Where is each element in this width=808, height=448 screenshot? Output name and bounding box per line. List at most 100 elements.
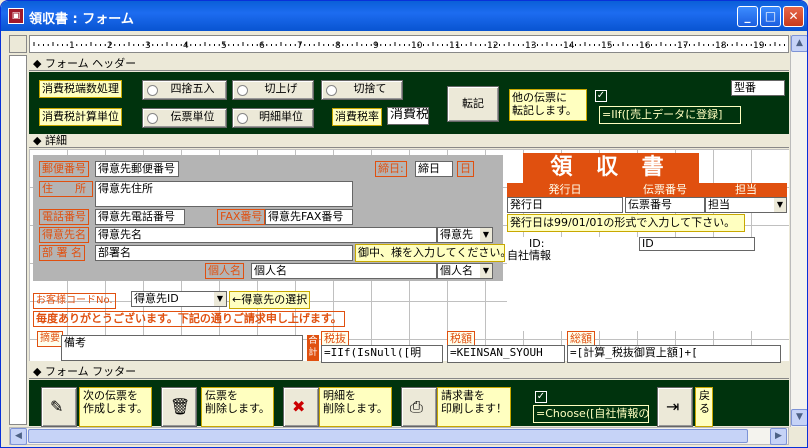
scroll-up-icon[interactable]: ▲	[791, 35, 807, 52]
address-label: 住 所	[39, 181, 93, 197]
close-button[interactable]: ✕	[783, 6, 804, 27]
remarks-field[interactable]: 備考	[61, 335, 303, 361]
maximize-button[interactable]: □	[760, 6, 781, 27]
ruler-mark: 3	[145, 41, 151, 51]
dropdown-arrow-icon[interactable]: ▼	[214, 292, 226, 306]
dropdown-arrow-icon[interactable]: ▼	[774, 198, 786, 212]
customer-combo[interactable]: 得意先 ▼	[437, 227, 493, 243]
company-info-subform[interactable]: 自社情報	[507, 249, 787, 262]
ruler-mark: 6	[259, 41, 265, 51]
ruler-mark: 18	[715, 41, 727, 51]
tax-rate-label: 消費税率	[332, 108, 382, 126]
ruler-mark: 5	[221, 41, 227, 51]
ruler-mark: 10	[411, 41, 423, 51]
customer-id-combo[interactable]: 得意先ID ▼	[131, 291, 227, 307]
person-combo[interactable]: 個人名 ▼	[437, 263, 493, 279]
footer-checkbox[interactable]: ✓	[535, 391, 547, 403]
pretax-expression[interactable]: =IIf(IsNull([明	[321, 345, 443, 363]
delete-detail-label: 明細を 削除します。	[319, 387, 392, 427]
slip-no-header: 伝票番号	[643, 183, 687, 196]
total-label: 合計	[307, 335, 319, 361]
form-header-band: 消費税端数処理 消費税計算単位 四捨五入 切上げ 切捨て 伝票単位 明細単位 消…	[29, 72, 789, 134]
ruler-mark: 9	[373, 41, 379, 51]
back-button[interactable]: ⇥	[657, 387, 693, 427]
option-round[interactable]: 四捨五入	[142, 80, 227, 100]
customer-code-label: お客様コードNo.	[33, 293, 116, 309]
customer-name-label: 得意先名	[39, 227, 89, 243]
fax-field[interactable]: 得意先FAX番号	[265, 209, 353, 225]
option-slip-unit[interactable]: 伝票単位	[142, 108, 227, 128]
radio-icon	[147, 85, 158, 96]
person-combo-value: 個人名	[440, 264, 473, 277]
access-form-window: ▣ 領収書 : フォーム _ □ ✕ 1 2 3 4 5 6 7 8 9 10 11 12 13 14 15…	[0, 0, 808, 448]
back-label: 戻 る	[695, 387, 713, 427]
department-field[interactable]: 部署名	[95, 245, 353, 261]
window-title: 領収書 : フォーム	[29, 12, 134, 27]
department-hint: 御中、様を入力してください。	[355, 244, 505, 262]
ruler-mark: 15	[601, 41, 612, 51]
title-bar[interactable]: ▣ 領収書 : フォーム _ □ ✕	[1, 1, 807, 31]
person-field[interactable]: 個人名	[251, 263, 437, 279]
vertical-scrollbar[interactable]: ▲ ▼	[790, 35, 807, 427]
section-detail-label: 詳細	[44, 134, 67, 147]
transfer-checkbox[interactable]: ✓	[595, 90, 607, 102]
delete-slip-button[interactable]: 🗑	[161, 387, 197, 427]
minimize-button[interactable]: _	[737, 6, 758, 27]
cutoff-field[interactable]: 締日	[415, 161, 453, 177]
ruler-mark: 17	[677, 41, 688, 51]
address-field[interactable]: 得意先住所	[95, 181, 353, 207]
tax-rate-field[interactable]: 消費税	[387, 107, 429, 125]
staff-combo-value: 担当	[708, 198, 730, 211]
radio-icon	[147, 113, 158, 124]
new-slip-label: 次の伝票を 作成します。	[79, 387, 152, 427]
receipt-title: 領 収 書	[523, 153, 699, 183]
remarks-label: 摘要	[37, 331, 63, 347]
ruler-ticks: 1 2 3 4 5 6 7 8 9 10 11 12 13 14 15 16 17 18 19	[33, 41, 785, 51]
delete-detail-button[interactable]: ✖	[283, 387, 319, 427]
section-header-label: フォーム ヘッダー	[44, 57, 137, 70]
ruler-mark: 11	[449, 41, 460, 51]
customer-select-hint: ←得意先の選択	[229, 291, 311, 309]
staff-header: 担当	[735, 183, 757, 196]
phone-label: 電話番号	[39, 209, 89, 225]
sales-expression[interactable]: =IIf([売上データに登録]	[599, 106, 741, 124]
model-no-field[interactable]: 型番	[731, 80, 785, 96]
tax-unit-label: 消費税計算単位	[39, 108, 122, 126]
transfer-button[interactable]: 転記	[447, 86, 499, 122]
scroll-thumb[interactable]	[28, 429, 748, 443]
form-selector[interactable]	[9, 35, 27, 53]
customer-name-field[interactable]: 得意先名	[95, 227, 437, 243]
scroll-down-icon[interactable]: ▼	[791, 409, 807, 426]
print-invoice-button[interactable]: ⎙	[401, 387, 437, 427]
dropdown-arrow-icon[interactable]: ▼	[480, 264, 492, 278]
option-ceil[interactable]: 切上げ	[232, 80, 314, 100]
radio-icon	[237, 85, 248, 96]
print-invoice-label: 請求書を 印刷します！	[437, 387, 511, 427]
total-expression[interactable]: =[計算_税抜御買上額]+[	[567, 345, 781, 363]
scroll-left-icon[interactable]: ◀	[10, 428, 27, 445]
customer-id-value: 得意先ID	[134, 292, 179, 305]
option-floor-label: 切捨て	[353, 82, 387, 95]
tax-expression[interactable]: =KEINSAN_SYOUH	[447, 345, 565, 363]
cutoff-label: 締日:	[375, 161, 407, 177]
scroll-right-icon[interactable]: ▶	[770, 428, 787, 445]
section-footer-label: フォーム フッター	[44, 365, 137, 378]
new-slip-button[interactable]: ✎	[41, 387, 77, 427]
option-floor[interactable]: 切捨て	[321, 80, 403, 100]
choose-expression[interactable]: =Choose([自社情報の	[533, 405, 649, 423]
dropdown-arrow-icon[interactable]: ▼	[480, 228, 492, 242]
ruler-mark: 13	[525, 41, 536, 51]
thanks-text: 毎度ありがとうございます。下記の通りご請求申し上げます。	[33, 311, 345, 327]
section-bar-footer[interactable]: ◆ フォーム フッター	[29, 365, 789, 379]
staff-combo[interactable]: 担当 ▼	[705, 197, 787, 213]
postal-field[interactable]: 得意先郵便番号	[95, 161, 179, 177]
option-detail-unit[interactable]: 明細単位	[232, 108, 314, 128]
section-bar-header[interactable]: ◆ フォーム ヘッダー	[29, 57, 789, 71]
issue-date-field[interactable]: 発行日	[507, 197, 623, 213]
slip-no-field[interactable]: 伝票番号	[625, 197, 705, 213]
phone-field[interactable]: 得意先電話番号	[95, 209, 185, 225]
section-bar-detail[interactable]: ◆ 詳細	[29, 134, 789, 148]
horizontal-scrollbar[interactable]: ◀ ▶	[9, 427, 789, 445]
detail-band: 郵便番号 得意先郵便番号 締日: 締日 日 住 所 得意先住所 電話番号 得意先…	[29, 149, 789, 363]
radio-icon	[237, 113, 248, 124]
